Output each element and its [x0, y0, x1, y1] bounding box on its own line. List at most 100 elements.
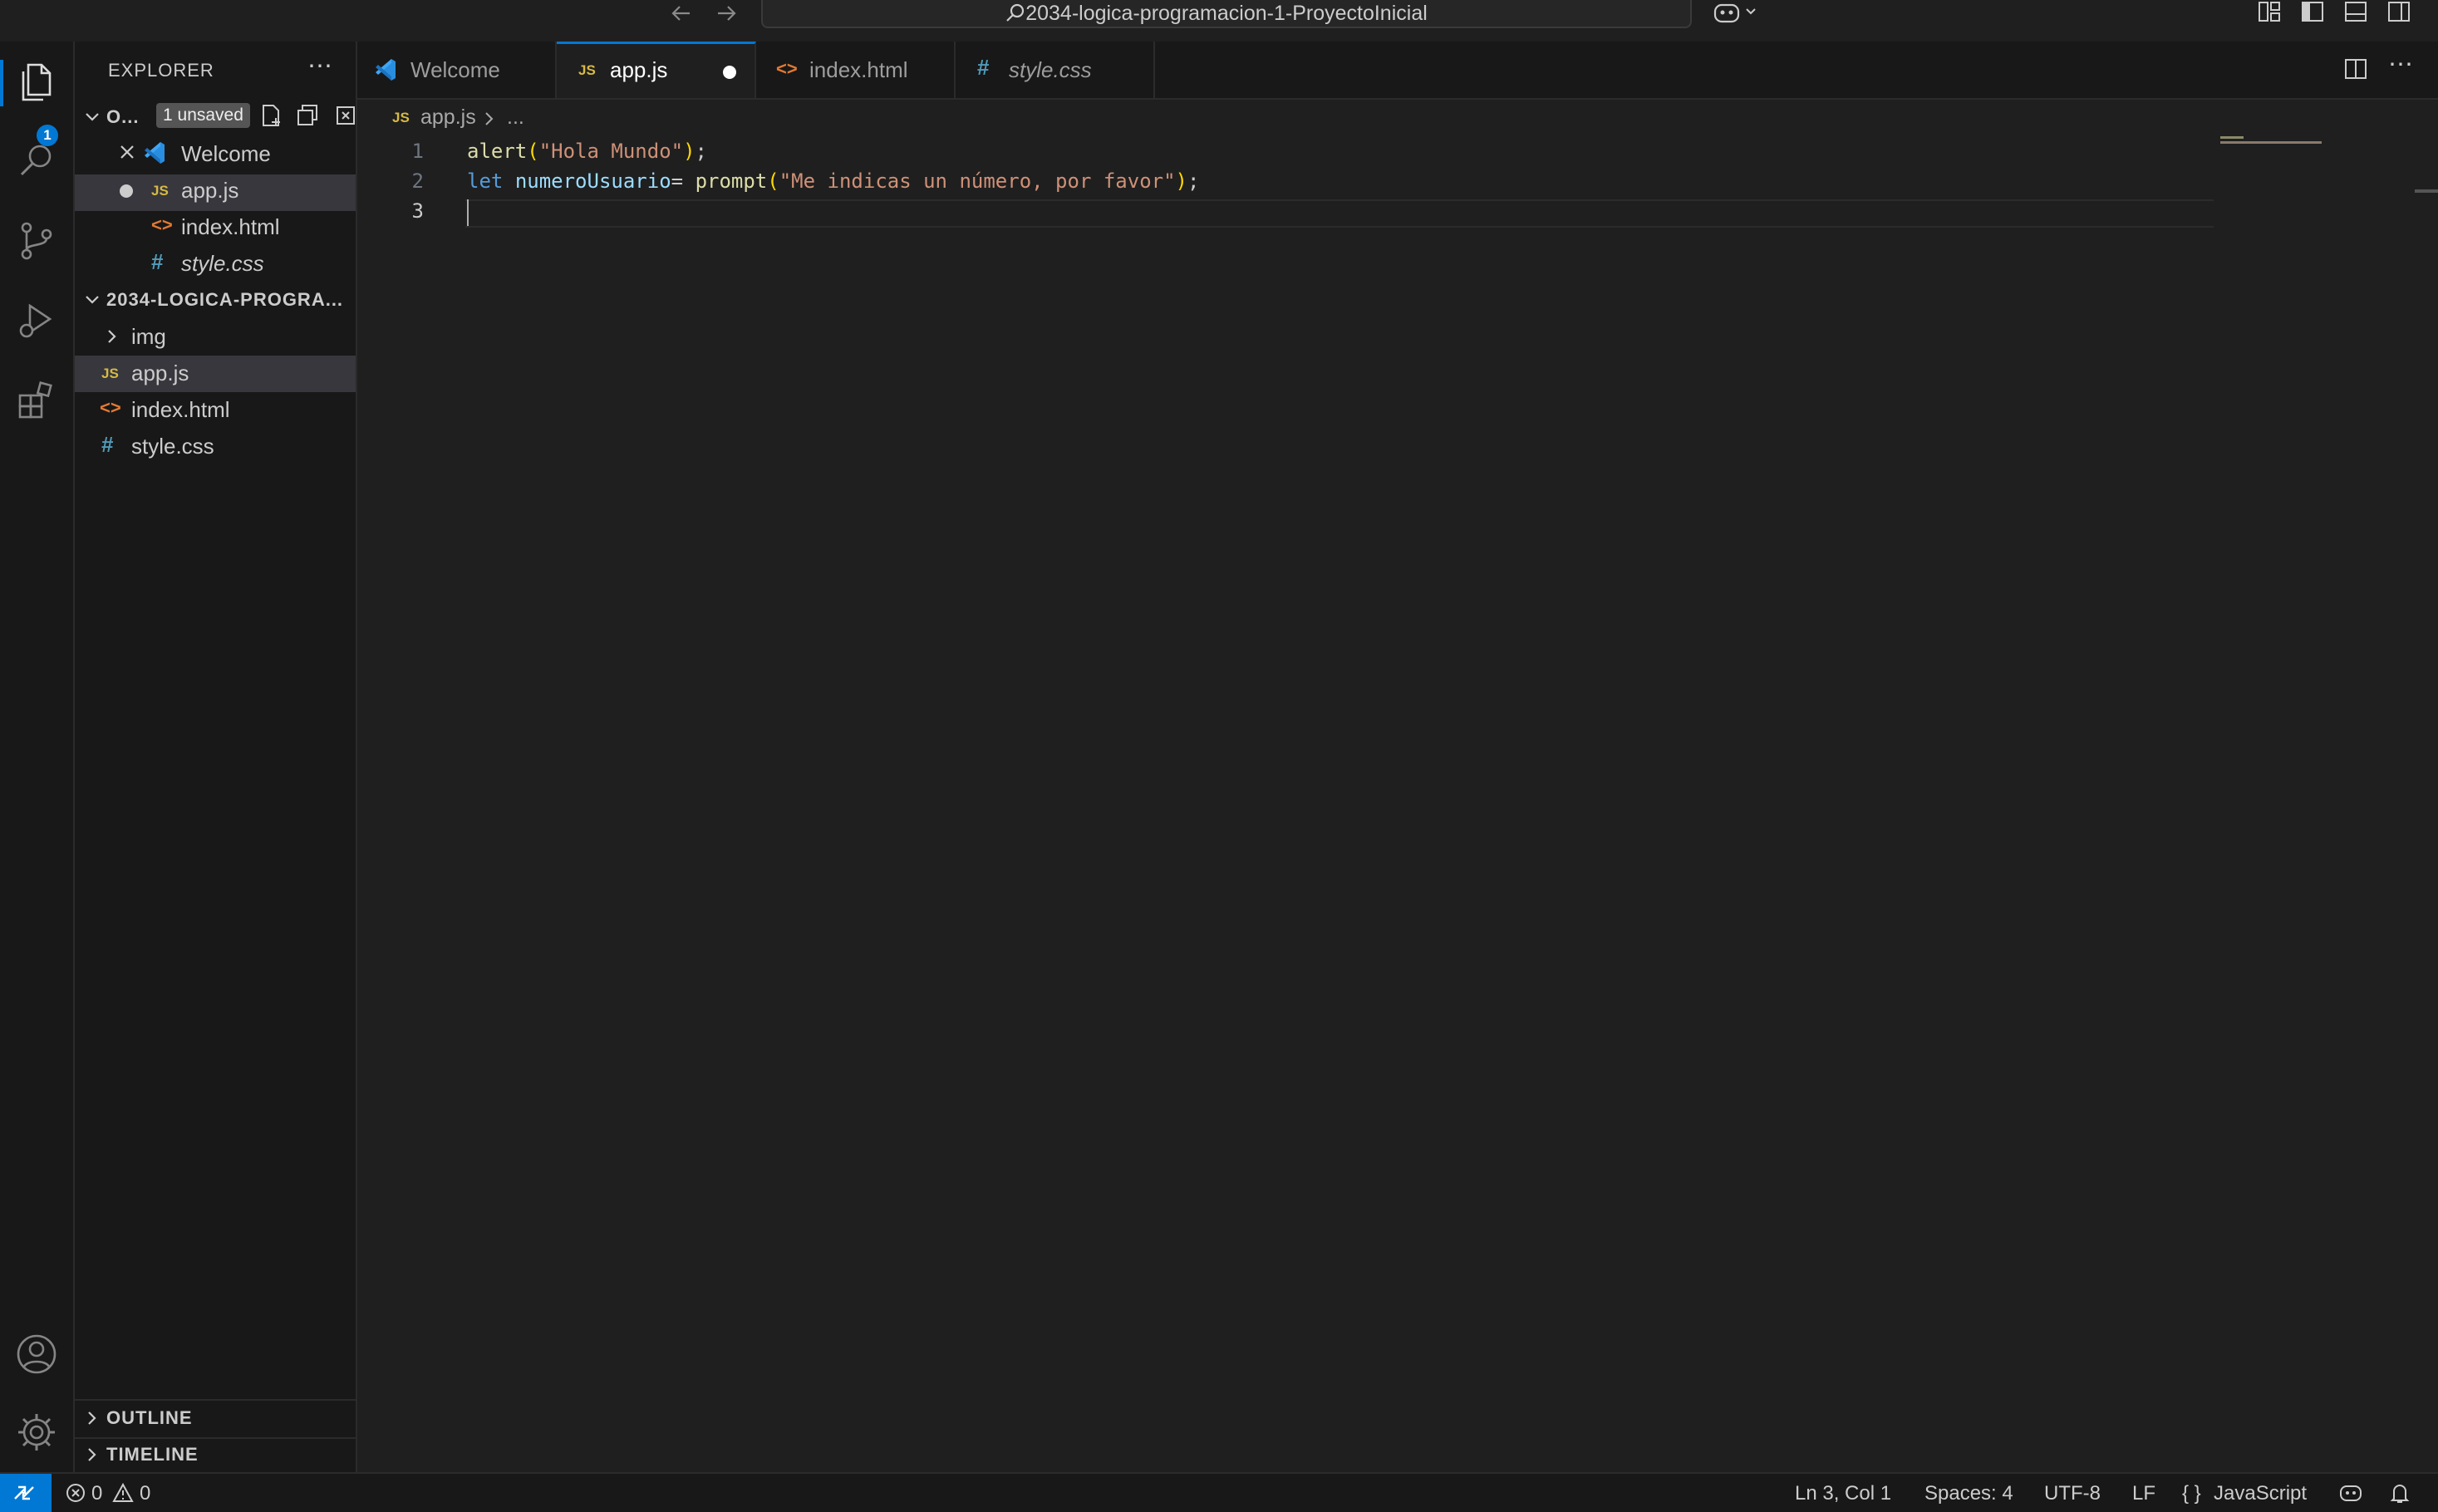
accounts-icon[interactable] — [13, 1331, 60, 1377]
more-actions-icon[interactable]: ⋯ — [307, 52, 332, 81]
html-file-icon: <> — [776, 58, 798, 79]
open-editor-index-html[interactable]: index.html — [181, 214, 280, 240]
token-paren: ( — [527, 140, 539, 163]
vscode-logo-icon — [141, 140, 168, 166]
encoding[interactable]: UTF-8 — [2044, 1482, 2101, 1505]
chevron-right-icon[interactable] — [83, 1409, 101, 1427]
braces-icon: { } — [2182, 1482, 2201, 1505]
warning-count[interactable]: 0 — [140, 1482, 150, 1505]
tab-label: index.html — [809, 57, 908, 82]
folder-item-index-html[interactable]: index.html — [131, 397, 230, 423]
folder-header[interactable]: 2034-LOGICA-PROGRA... — [106, 289, 343, 311]
open-editors-header[interactable]: O... — [106, 106, 139, 128]
cursor-position[interactable]: Ln 3, Col 1 — [1795, 1482, 1891, 1505]
token-string: "Hola Mundo" — [538, 140, 684, 163]
chevron-right-icon — [482, 110, 497, 128]
chevron-right-icon[interactable] — [103, 327, 121, 346]
copilot-icon[interactable] — [2338, 1480, 2363, 1505]
token-paren: ) — [1175, 169, 1187, 193]
toggle-panel-icon[interactable] — [2343, 0, 2368, 23]
explorer-sidebar: EXPLORER ⋯ O... 1 unsaved Welcome JS app… — [75, 42, 357, 1472]
tab-style-css[interactable]: # style.css — [956, 42, 1155, 98]
javascript-file-icon: JS — [392, 110, 410, 125]
line-number: 3 — [411, 199, 424, 223]
customize-layout-icon[interactable] — [2257, 0, 2282, 23]
folder-item-img[interactable]: img — [131, 324, 166, 350]
close-all-icon[interactable] — [332, 103, 356, 128]
tab-label: Welcome — [410, 57, 500, 82]
folder-item-app-js[interactable]: app.js — [131, 361, 189, 386]
javascript-file-icon: JS — [101, 366, 119, 381]
back-arrow-icon[interactable] — [670, 2, 693, 25]
run-debug-icon[interactable] — [13, 297, 60, 344]
remote-indicator[interactable] — [0, 1474, 52, 1512]
toggle-primary-sidebar-icon[interactable] — [2300, 0, 2325, 23]
token-paren: ) — [683, 140, 696, 163]
indentation[interactable]: Spaces: 4 — [1924, 1482, 2013, 1505]
tab-label: app.js — [610, 57, 668, 82]
breadcrumb: JS app.js ... — [357, 100, 2438, 136]
status-bar: 0 0 Ln 3, Col 1 Spaces: 4 UTF-8 LF { } J… — [0, 1472, 2438, 1512]
timeline-section[interactable]: TIMELINE — [106, 1444, 199, 1465]
open-editor-app-js[interactable]: app.js — [181, 178, 238, 204]
chevron-right-icon[interactable] — [83, 1446, 101, 1464]
forward-arrow-icon[interactable] — [715, 2, 738, 25]
css-file-icon: # — [151, 249, 164, 274]
chevron-down-icon[interactable] — [83, 108, 101, 126]
javascript-file-icon: JS — [151, 183, 169, 199]
split-editor-icon[interactable] — [2343, 56, 2368, 81]
search-icon[interactable] — [13, 138, 60, 184]
warning-icon[interactable] — [111, 1482, 135, 1504]
code-line-1[interactable]: alert("Hola Mundo"); — [467, 140, 707, 163]
code-line-2[interactable]: let numeroUsuario= prompt("Me indicas un… — [467, 169, 1199, 193]
language-mode[interactable]: JavaScript — [2214, 1482, 2307, 1505]
copilot-icon[interactable] — [1712, 0, 1760, 25]
breadcrumb-more[interactable]: ... — [507, 106, 524, 130]
source-control-icon[interactable] — [13, 218, 60, 264]
extensions-icon[interactable] — [13, 377, 60, 424]
open-editor-style-css[interactable]: style.css — [181, 251, 264, 277]
divider — [75, 1399, 356, 1401]
window-title: 2034-logica-programacion-1-ProyectoInici… — [1025, 2, 1428, 25]
title-bar: 2034-logica-programacion-1-ProyectoInici… — [0, 0, 2438, 43]
close-icon[interactable] — [118, 143, 136, 161]
explorer-title: EXPLORER — [108, 60, 214, 81]
token-string: "Me indicas un número, por favor" — [779, 169, 1176, 193]
gear-icon[interactable] — [13, 1409, 60, 1456]
minimap[interactable] — [2220, 136, 2322, 161]
activity-bar: 1 — [0, 42, 75, 1472]
vscode-logo-icon — [372, 56, 399, 83]
editor-tab-bar: Welcome JS app.js <> index.html # style.… — [357, 42, 2438, 100]
unsaved-dot-icon[interactable] — [723, 66, 736, 79]
scrollbar-marker[interactable] — [2415, 189, 2438, 193]
command-center-search[interactable]: 2034-logica-programacion-1-ProyectoInici… — [761, 0, 1692, 28]
token-punct: ; — [695, 140, 707, 163]
end-of-line[interactable]: LF — [2132, 1482, 2155, 1505]
outline-section[interactable]: OUTLINE — [106, 1407, 193, 1429]
chevron-down-icon[interactable] — [83, 291, 101, 309]
unsaved-dot-icon[interactable] — [120, 184, 133, 198]
bell-icon[interactable] — [2388, 1480, 2411, 1505]
tab-app-js[interactable]: JS app.js — [557, 42, 756, 98]
token-paren: ( — [767, 169, 779, 193]
save-all-icon[interactable] — [296, 103, 319, 128]
error-icon[interactable] — [65, 1482, 86, 1504]
folder-item-style-css[interactable]: style.css — [131, 434, 214, 459]
tab-index-html[interactable]: <> index.html — [756, 42, 956, 98]
new-untitled-file-icon[interactable] — [259, 103, 283, 128]
token-function: prompt — [695, 169, 768, 193]
code-editor[interactable]: 1 2 3 alert("Hola Mundo"); let numeroUsu… — [357, 136, 2438, 1472]
more-actions-icon[interactable]: ⋯ — [2388, 50, 2413, 79]
error-count[interactable]: 0 — [91, 1482, 102, 1505]
tab-welcome[interactable]: Welcome — [357, 42, 557, 98]
line-number: 2 — [411, 169, 424, 193]
explorer-icon[interactable] — [13, 58, 60, 105]
minimap-line — [2220, 141, 2322, 144]
css-file-icon: # — [101, 432, 114, 457]
open-editor-welcome[interactable]: Welcome — [181, 141, 271, 167]
divider — [75, 1437, 356, 1439]
toggle-secondary-sidebar-icon[interactable] — [2386, 0, 2411, 23]
tab-label: style.css — [1009, 57, 1092, 82]
token-punct: ; — [1187, 169, 1200, 193]
breadcrumb-file[interactable]: app.js — [420, 106, 476, 130]
